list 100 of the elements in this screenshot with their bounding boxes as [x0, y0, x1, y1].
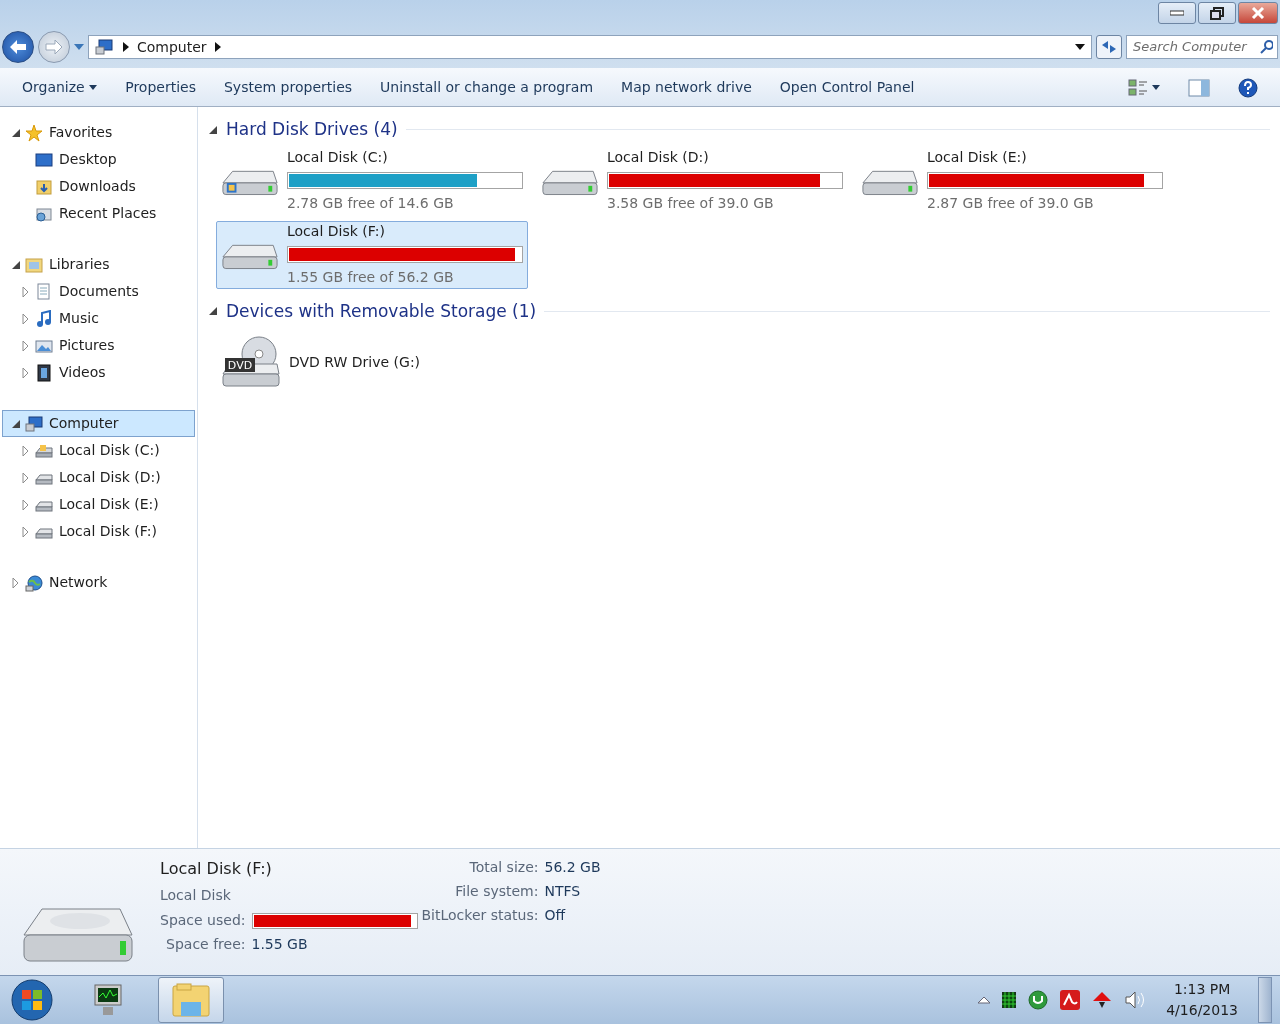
view-list-icon — [1127, 78, 1148, 97]
toolbar-button[interactable]: Open Control Panel — [765, 72, 929, 102]
star-icon — [25, 123, 45, 142]
recent-pages-dropdown-icon[interactable] — [74, 44, 84, 50]
nav-item[interactable]: Local Disk (D:) — [2, 464, 195, 491]
nav-label: Recent Places — [59, 204, 157, 223]
free-space-text: 3.58 GB free of 39.0 GB — [607, 194, 775, 213]
drive-name: Local Disk (D:) — [607, 148, 710, 167]
nav-label: Downloads — [59, 177, 136, 196]
drive-tile[interactable]: Local Disk (F:) 1.55 GB free of 56.2 GB — [216, 220, 528, 289]
clock-date: 4/16/2013 — [1166, 1001, 1238, 1020]
folder-download-icon — [35, 177, 55, 196]
close-button[interactable] — [1238, 2, 1278, 24]
minimize-icon — [1170, 10, 1184, 16]
nav-item[interactable]: Downloads — [2, 173, 195, 200]
nav-label: Libraries — [49, 255, 110, 274]
minimize-button[interactable] — [1158, 2, 1196, 24]
back-button[interactable] — [2, 31, 34, 63]
caret-icon — [89, 85, 98, 90]
restore-button[interactable] — [1198, 2, 1236, 24]
nav-item[interactable]: Local Disk (F:) — [2, 518, 195, 545]
speaker-icon[interactable] — [1124, 990, 1147, 1010]
close-icon — [1251, 7, 1265, 19]
breadcrumb-arrow-icon[interactable] — [214, 42, 221, 52]
computer-icon — [95, 38, 115, 56]
collapse-arrow-icon[interactable] — [11, 418, 21, 429]
space-free-label: Space free: — [165, 935, 246, 954]
nav-item[interactable]: Documents — [2, 278, 195, 305]
drive-name: Local Disk (F:) — [287, 222, 386, 241]
collapse-arrow-icon[interactable] — [208, 124, 218, 135]
nav-item[interactable]: Computer — [2, 410, 195, 437]
nav-label: Computer — [49, 414, 119, 433]
drive-tile[interactable]: DVD DVD RW Drive (G:) — [216, 328, 528, 396]
refresh-button[interactable] — [1096, 35, 1122, 59]
antivirus-icon[interactable] — [1060, 990, 1081, 1010]
expand-arrow-icon[interactable] — [11, 577, 21, 588]
toolbar-button[interactable]: Map network drive — [607, 72, 766, 102]
windows-orb-icon — [11, 979, 53, 1021]
collapse-arrow-icon[interactable] — [208, 306, 218, 317]
toolbar-button[interactable]: System properties — [209, 72, 367, 102]
organize-menu-button[interactable]: Organize — [8, 72, 112, 102]
details-type: Local Disk — [160, 886, 232, 905]
start-button[interactable] — [8, 977, 56, 1023]
nav-label: Pictures — [59, 336, 115, 355]
nav-label: Desktop — [59, 150, 117, 169]
nav-label: Videos — [59, 363, 106, 382]
details-title: Local Disk (F:) — [160, 858, 273, 880]
dropdown-caret-icon[interactable] — [1075, 44, 1085, 50]
collapse-arrow-icon[interactable] — [11, 127, 21, 138]
drive-tile[interactable]: Local Disk (E:) 2.87 GB free of 39.0 GB — [856, 146, 1168, 215]
help-icon — [1238, 77, 1258, 98]
expand-arrow-icon[interactable] — [21, 445, 31, 456]
show-hidden-icons-icon[interactable] — [978, 996, 991, 1004]
toolbar-button[interactable]: Properties — [111, 72, 210, 102]
nav-label: Favorites — [49, 123, 113, 142]
search-field[interactable]: Search Computer — [1126, 35, 1278, 59]
taskbar-explorer-button[interactable] — [158, 977, 224, 1023]
space-used-label: Space used: — [160, 911, 246, 930]
forward-arrow-icon — [45, 39, 63, 55]
expand-arrow-icon[interactable] — [21, 472, 31, 483]
expand-arrow-icon[interactable] — [21, 526, 31, 537]
breadcrumb-link[interactable]: Computer — [137, 36, 207, 58]
nav-item[interactable]: Favorites — [2, 119, 195, 146]
drive-tile[interactable]: Local Disk (C:) 2.78 GB free of 14.6 GB — [216, 146, 528, 215]
address-bar[interactable]: Computer — [88, 35, 1092, 59]
refresh-arrows-icon — [1101, 40, 1117, 54]
nav-item[interactable]: Recent Places — [2, 200, 195, 227]
expand-arrow-icon[interactable] — [21, 286, 31, 297]
toolbar-button[interactable]: Uninstall or change a program — [366, 72, 608, 102]
free-space-text: 2.87 GB free of 39.0 GB — [927, 194, 1095, 213]
caret-icon — [1152, 85, 1160, 90]
desktop-icon — [35, 150, 55, 169]
free-space-text: 1.55 GB free of 56.2 GB — [287, 268, 455, 287]
expand-arrow-icon[interactable] — [21, 313, 31, 324]
drive-tile[interactable]: Local Disk (D:) 3.58 GB free of 39.0 GB — [536, 146, 848, 215]
nav-item[interactable]: Local Disk (E:) — [2, 491, 195, 518]
nav-item[interactable]: Pictures — [2, 332, 195, 359]
nav-item[interactable]: Music — [2, 305, 195, 332]
expand-arrow-icon[interactable] — [21, 367, 31, 378]
collapse-arrow-icon[interactable] — [11, 259, 21, 270]
restore-icon — [1210, 6, 1224, 20]
clock[interactable]: 1:13 PM 4/16/2013 — [1158, 979, 1246, 1021]
expand-arrow-icon[interactable] — [21, 340, 31, 351]
nav-item[interactable]: Desktop — [2, 146, 195, 173]
drive-name: Local Disk (E:) — [927, 148, 1028, 167]
expand-arrow-icon[interactable] — [21, 499, 31, 510]
upload-arrow-icon[interactable] — [1092, 990, 1113, 1010]
torrent-icon[interactable] — [1028, 990, 1049, 1010]
space-free-value: 1.55 GB — [251, 935, 309, 954]
nav-item[interactable]: Libraries — [2, 251, 195, 278]
nav-item[interactable]: Network — [2, 569, 195, 596]
meter-icon[interactable] — [1002, 992, 1017, 1008]
property-label: Total size: — [468, 858, 539, 877]
nav-item[interactable]: Videos — [2, 359, 195, 386]
breadcrumb-arrow-icon[interactable] — [123, 42, 129, 52]
preview-pane-icon — [1188, 78, 1210, 97]
property-label: File system: — [454, 882, 539, 901]
property-value: NTFS — [544, 882, 582, 901]
nav-item[interactable]: Local Disk (C:) — [2, 437, 195, 464]
nav-label: Local Disk (D:) — [59, 468, 161, 487]
